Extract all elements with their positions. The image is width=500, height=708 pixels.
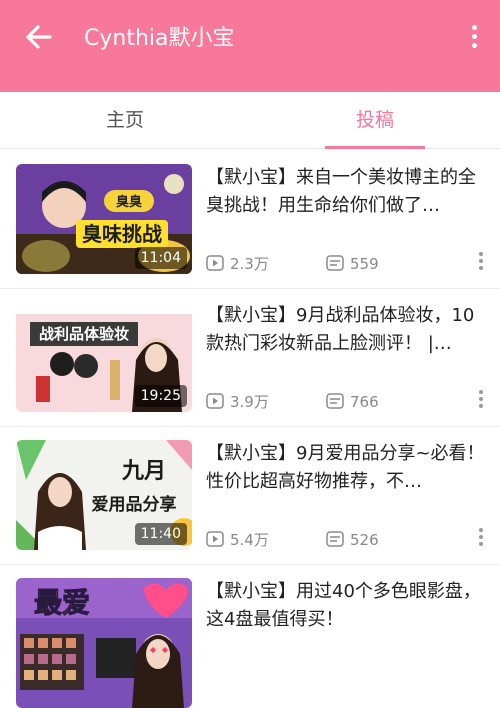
item-more-button[interactable] — [476, 526, 486, 550]
danmaku-icon — [326, 393, 344, 409]
video-item[interactable]: 臭味挑战 臭臭 11:04 【默小宝】来自一个美妆博主的全臭挑战！用生命给你们做… — [0, 150, 500, 289]
danmaku-icon — [326, 255, 344, 271]
thumbnail-caption: 臭味挑战 — [82, 222, 162, 246]
active-tab-indicator — [325, 146, 425, 149]
play-count: 2.3万 — [206, 254, 296, 274]
video-title[interactable]: 【默小宝】9月爱用品分享~必看！性价比超高好物推荐，不… — [206, 440, 486, 496]
video-duration: 11:04 — [134, 247, 187, 269]
video-duration: 11:40 — [134, 523, 187, 545]
video-thumbnail[interactable]: 战利品体验妆 19:25 — [16, 302, 192, 412]
danmaku-count: 559 — [326, 254, 416, 274]
video-duration: 19:25 — [134, 385, 187, 407]
video-thumbnail[interactable]: 最爱 — [16, 578, 192, 708]
tab-bar: 主页 投稿 — [0, 92, 500, 149]
thumbnail-caption: 爱用品分享 — [92, 494, 177, 515]
danmaku-icon — [326, 531, 344, 547]
video-item[interactable]: 最爱 【默小宝】用过40个多色眼影盘，这4盘最值得买！ — [0, 564, 500, 708]
thumbnail-caption: 战利品体验妆 — [39, 325, 129, 343]
play-count: 5.4万 — [206, 530, 296, 550]
thumbnail-caption-month: 九月 — [121, 459, 166, 484]
tab-posts[interactable]: 投稿 — [250, 92, 500, 148]
play-icon — [206, 393, 224, 409]
video-thumbnail[interactable]: 臭味挑战 臭臭 11:04 — [16, 164, 192, 274]
play-icon — [206, 531, 224, 547]
video-item[interactable]: 战利品体验妆 19:25 【默小宝】9月战利品体验妆，10款热门彩妆新品上脸测评… — [0, 288, 500, 427]
thumbnail-caption: 最爱 — [34, 586, 90, 619]
play-count: 3.9万 — [206, 392, 296, 412]
thumbnail-badge: 臭臭 — [116, 194, 142, 210]
danmaku-count: 526 — [326, 530, 416, 550]
tab-home[interactable]: 主页 — [0, 92, 250, 148]
app-bar: Cynthia默小宝 — [0, 0, 500, 92]
arrow-left-icon — [26, 25, 52, 49]
more-options-button[interactable] — [464, 22, 484, 54]
video-title[interactable]: 【默小宝】9月战利品体验妆，10款热门彩妆新品上脸测评！ |… — [206, 302, 486, 358]
page-title: Cynthia默小宝 — [84, 26, 235, 51]
back-button[interactable] — [20, 18, 58, 56]
item-more-button[interactable] — [476, 250, 486, 274]
play-icon — [206, 255, 224, 271]
video-thumbnail[interactable]: 九月 爱用品分享 11:40 — [16, 440, 192, 550]
video-item[interactable]: 九月 爱用品分享 11:40 【默小宝】9月爱用品分享~必看！性价比超高好物推荐… — [0, 426, 500, 565]
video-title[interactable]: 【默小宝】用过40个多色眼影盘，这4盘最值得买！ — [206, 578, 486, 634]
more-vertical-icon — [471, 25, 477, 30]
danmaku-count: 766 — [326, 392, 416, 412]
video-title[interactable]: 【默小宝】来自一个美妆博主的全臭挑战！用生命给你们做了… — [206, 164, 486, 220]
item-more-button[interactable] — [476, 388, 486, 412]
